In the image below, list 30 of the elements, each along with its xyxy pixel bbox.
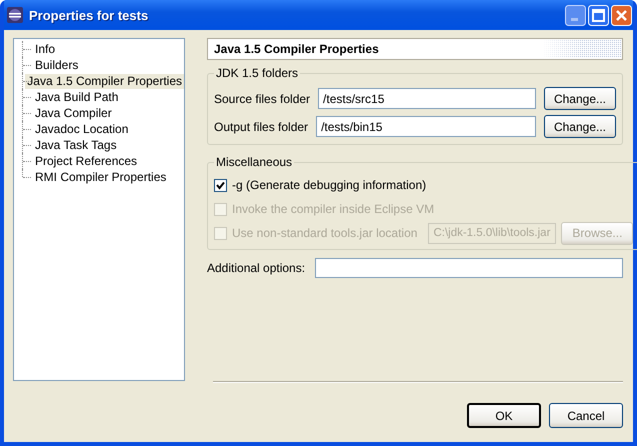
- group-title: Miscellaneous: [215, 155, 294, 169]
- maximize-icon[interactable]: [588, 4, 609, 26]
- minimize-icon[interactable]: [565, 4, 586, 26]
- tree-item[interactable]: Builders: [33, 58, 80, 72]
- ok-button[interactable]: OK: [467, 403, 541, 428]
- page-title: Java 1.5 Compiler Properties: [214, 42, 379, 56]
- tree-item[interactable]: Project References: [33, 154, 140, 168]
- tree-item[interactable]: Javadoc Location: [33, 122, 130, 136]
- close-icon[interactable]: [611, 4, 632, 26]
- field-label: Output files folder: [214, 120, 308, 134]
- additional-options-field[interactable]: [315, 258, 623, 278]
- tree-item[interactable]: Info: [33, 42, 58, 56]
- change-button[interactable]: Change...: [544, 87, 616, 110]
- tree-item[interactable]: RMI Compiler Properties: [33, 170, 168, 184]
- checkbox-label: -g (Generate debugging information): [232, 178, 426, 192]
- checkbox-label: Invoke the compiler inside Eclipse VM: [232, 202, 434, 216]
- tree-item[interactable]: Java Task Tags: [33, 138, 119, 152]
- folder-field[interactable]: /tests/bin15: [316, 116, 536, 137]
- folder-field[interactable]: /tests/src15: [318, 88, 536, 109]
- change-button[interactable]: Change...: [544, 115, 616, 138]
- tree-item[interactable]: Java Build Path: [33, 90, 120, 104]
- tree-item[interactable]: Java Compiler: [33, 106, 114, 120]
- checkbox-label: Use non-standard tools.jar location: [232, 226, 418, 240]
- group-title: JDK 1.5 folders: [215, 66, 300, 80]
- field-label: Source files folder: [214, 92, 310, 106]
- tree-item[interactable]: Java 1.5 Compiler Properties: [25, 74, 184, 88]
- cancel-button[interactable]: Cancel: [549, 403, 623, 428]
- field-label: Additional options:: [207, 261, 306, 275]
- checkbox[interactable]: [214, 178, 227, 192]
- window-title: Properties for tests: [29, 8, 150, 22]
